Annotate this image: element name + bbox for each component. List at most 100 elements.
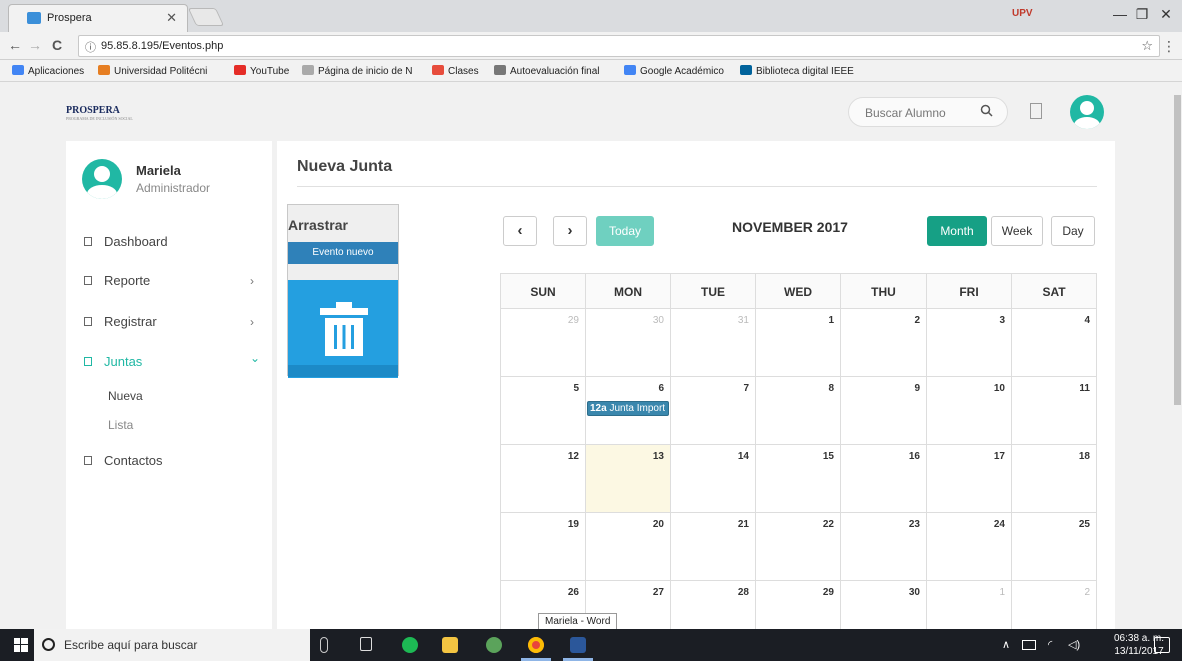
word-icon[interactable] bbox=[570, 637, 586, 653]
day-number[interactable]: 29 bbox=[568, 315, 579, 326]
prev-month-button[interactable]: ‹ bbox=[503, 216, 537, 246]
calendar-day-cell[interactable]: 5 bbox=[501, 377, 586, 445]
sidebar-item-juntas[interactable]: Juntas bbox=[84, 354, 142, 369]
calendar-day-cell[interactable]: 25 bbox=[1012, 513, 1096, 581]
calendar-day-cell[interactable]: 2 bbox=[1012, 581, 1096, 629]
bookmark-apps[interactable]: Aplicaciones bbox=[12, 65, 84, 77]
header-avatar[interactable] bbox=[1070, 95, 1104, 129]
day-number[interactable]: 1 bbox=[828, 315, 834, 326]
close-window-button[interactable]: ✕ bbox=[1156, 6, 1176, 23]
day-number[interactable]: 3 bbox=[999, 315, 1005, 326]
day-number[interactable]: 15 bbox=[823, 451, 834, 462]
week-view-button[interactable]: Week bbox=[991, 216, 1043, 246]
day-number[interactable]: 29 bbox=[823, 587, 834, 598]
calendar-day-cell[interactable]: 14 bbox=[671, 445, 756, 513]
calendar-day-cell[interactable]: 30 bbox=[841, 581, 927, 629]
calendar-day-cell[interactable]: 10 bbox=[927, 377, 1012, 445]
calendar-day-cell[interactable]: 31 bbox=[671, 309, 756, 377]
day-number[interactable]: 10 bbox=[994, 383, 1005, 394]
chrome-icon[interactable] bbox=[528, 637, 544, 653]
taskbar-search-input[interactable]: Escribe aquí para buscar bbox=[34, 629, 310, 661]
reload-button[interactable]: C bbox=[52, 37, 62, 53]
page-scrollbar[interactable] bbox=[1172, 83, 1182, 629]
calendar-day-cell[interactable]: 20 bbox=[586, 513, 671, 581]
sidebar-subitem-lista[interactable]: Lista bbox=[108, 418, 133, 432]
bookmark-youtube[interactable]: YouTube bbox=[234, 65, 289, 77]
calendar-day-cell[interactable]: 2 bbox=[841, 309, 927, 377]
calendar-day-cell[interactable]: 23 bbox=[841, 513, 927, 581]
chrome-alt-icon[interactable] bbox=[486, 637, 502, 653]
calendar-day-cell[interactable]: 1 bbox=[927, 581, 1012, 629]
month-view-button[interactable]: Month bbox=[927, 216, 987, 246]
sidebar-item-dashboard[interactable]: Dashboard bbox=[84, 234, 168, 249]
calendar-day-cell[interactable]: 22 bbox=[756, 513, 841, 581]
calendar-day-cell[interactable]: 12 bbox=[501, 445, 586, 513]
volume-icon[interactable]: ◁) bbox=[1068, 638, 1080, 651]
calendar-day-cell[interactable]: 7 bbox=[671, 377, 756, 445]
day-number[interactable]: 16 bbox=[909, 451, 920, 462]
calendar-day-cell[interactable]: 28 bbox=[671, 581, 756, 629]
day-number[interactable]: 2 bbox=[1084, 587, 1090, 598]
sidebar-item-contactos[interactable]: Contactos bbox=[84, 453, 163, 468]
day-number[interactable]: 4 bbox=[1084, 315, 1090, 326]
tab-close-icon[interactable]: ✕ bbox=[166, 10, 177, 26]
day-number[interactable]: 18 bbox=[1079, 451, 1090, 462]
draggable-event[interactable]: Evento nuevo bbox=[288, 242, 398, 264]
browser-tab[interactable]: Prospera ✕ bbox=[8, 4, 188, 32]
bookmark-ieee[interactable]: Biblioteca digital IEEE bbox=[740, 65, 854, 77]
calendar-day-cell[interactable]: 18 bbox=[1012, 445, 1096, 513]
sidebar-item-reporte[interactable]: Reporte bbox=[84, 273, 150, 288]
day-number[interactable]: 30 bbox=[909, 587, 920, 598]
day-number[interactable]: 13 bbox=[653, 451, 664, 462]
bookmark-clases[interactable]: Clases bbox=[432, 65, 479, 77]
day-number[interactable]: 25 bbox=[1079, 519, 1090, 530]
day-number[interactable]: 19 bbox=[568, 519, 579, 530]
day-number[interactable]: 8 bbox=[828, 383, 834, 394]
day-view-button[interactable]: Day bbox=[1051, 216, 1095, 246]
minimize-button[interactable]: — bbox=[1110, 6, 1130, 22]
microphone-icon[interactable] bbox=[320, 637, 328, 653]
action-center-icon[interactable] bbox=[1154, 637, 1170, 653]
calendar-day-cell[interactable]: 6 12a Junta Import bbox=[586, 377, 671, 445]
day-number[interactable]: 9 bbox=[914, 383, 920, 394]
bookmark-inicio[interactable]: Página de inicio de N bbox=[302, 65, 413, 77]
student-search-input[interactable]: Buscar Alumno bbox=[848, 97, 1008, 127]
notifications-icon[interactable] bbox=[1030, 103, 1042, 119]
trash-dropzone[interactable] bbox=[288, 280, 398, 378]
day-number[interactable]: 7 bbox=[743, 383, 749, 394]
bookmark-star-icon[interactable]: ☆ bbox=[1141, 38, 1153, 54]
calendar-event[interactable]: 12a Junta Import bbox=[587, 401, 669, 416]
day-number[interactable]: 27 bbox=[653, 587, 664, 598]
calendar-day-cell[interactable]: 19 bbox=[501, 513, 586, 581]
calendar-day-cell[interactable]: 15 bbox=[756, 445, 841, 513]
day-number[interactable]: 22 bbox=[823, 519, 834, 530]
windows-start-icon[interactable] bbox=[14, 638, 28, 655]
calendar-day-cell[interactable]: 13 bbox=[586, 445, 671, 513]
calendar-day-cell[interactable]: 1 bbox=[756, 309, 841, 377]
day-number[interactable]: 24 bbox=[994, 519, 1005, 530]
task-view-icon[interactable] bbox=[360, 637, 372, 651]
day-number[interactable]: 11 bbox=[1079, 383, 1090, 394]
info-icon[interactable]: ⓘ bbox=[85, 39, 96, 55]
calendar-day-cell[interactable]: 4 bbox=[1012, 309, 1096, 377]
calendar-day-cell[interactable]: 30 bbox=[586, 309, 671, 377]
calendar-day-cell[interactable]: 16 bbox=[841, 445, 927, 513]
calendar-day-cell[interactable]: 24 bbox=[927, 513, 1012, 581]
sidebar-subitem-nueva[interactable]: Nueva bbox=[108, 389, 143, 403]
next-month-button[interactable]: › bbox=[553, 216, 587, 246]
back-button[interactable]: ← bbox=[8, 37, 22, 53]
day-number[interactable]: 30 bbox=[653, 315, 664, 326]
day-number[interactable]: 14 bbox=[738, 451, 749, 462]
sidebar-item-registrar[interactable]: Registrar bbox=[84, 314, 157, 329]
day-number[interactable]: 5 bbox=[573, 383, 579, 394]
search-icon[interactable] bbox=[980, 104, 993, 120]
forward-button[interactable]: → bbox=[28, 37, 42, 53]
day-number[interactable]: 6 bbox=[658, 383, 664, 394]
profile-badge[interactable]: UPV bbox=[1012, 8, 1033, 19]
calendar-day-cell[interactable]: 29 bbox=[501, 309, 586, 377]
browser-menu-icon[interactable]: ⋮ bbox=[1162, 38, 1176, 55]
day-number[interactable]: 2 bbox=[914, 315, 920, 326]
calendar-day-cell[interactable]: 29 bbox=[756, 581, 841, 629]
day-number[interactable]: 20 bbox=[653, 519, 664, 530]
day-number[interactable]: 1 bbox=[999, 587, 1005, 598]
